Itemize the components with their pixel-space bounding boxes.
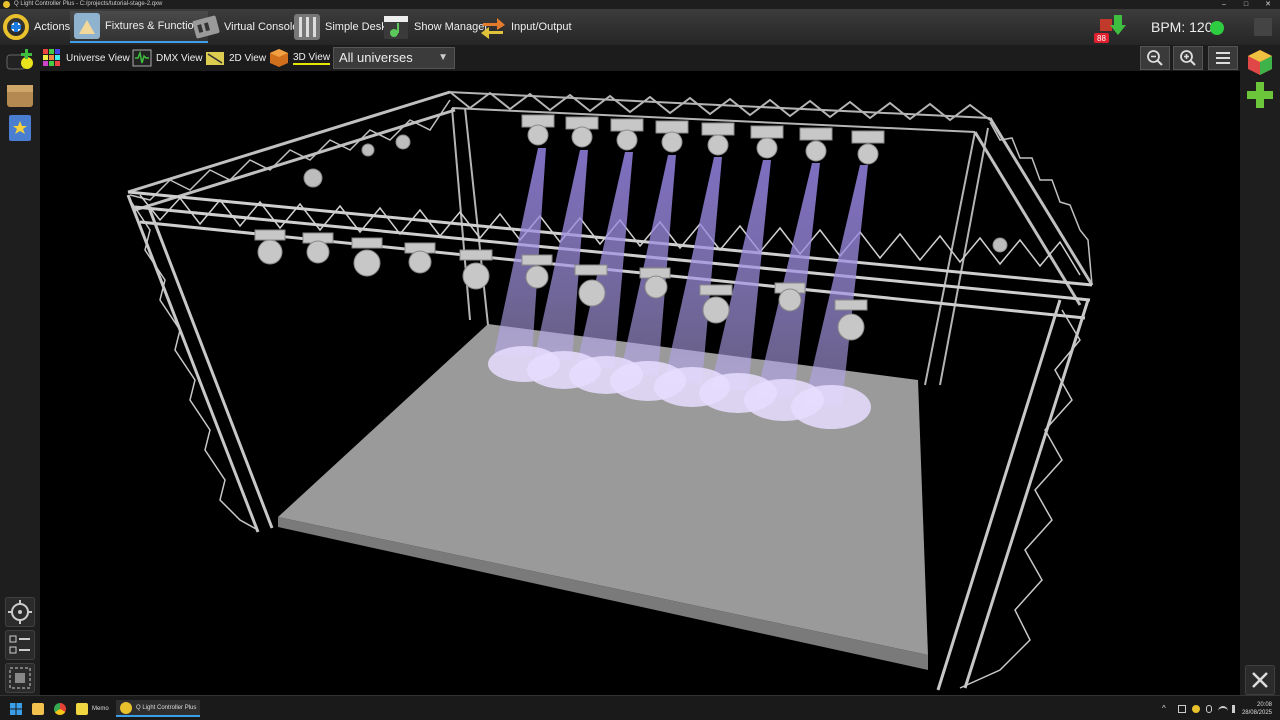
tray-app-icon (1178, 704, 1186, 713)
tab-2d-view-label: 2D View (229, 52, 267, 64)
dmx-activity-badge: 88 (1097, 34, 1106, 43)
clock-date: 28/08/2025 (1241, 710, 1272, 716)
tab-3d-view-label: 3D View (293, 51, 331, 65)
bpm-label[interactable]: BPM: 120 (1151, 19, 1212, 35)
wifi-icon (1218, 705, 1228, 712)
tab-2d-view[interactable]: 2D View (205, 47, 266, 69)
start-button[interactable] (10, 700, 22, 717)
panel-toggle-button[interactable] (1254, 18, 1272, 36)
window-titlebar: Q Light Controller Plus - C:/projects/tu… (0, 0, 1280, 9)
tab-fixtures-functions-label: Fixtures & Functions (105, 20, 206, 32)
zoom-in-icon (1180, 50, 1196, 66)
tab-universe-view[interactable]: Universe View (42, 47, 130, 69)
right-sidebar (1240, 45, 1280, 695)
tab-dmx-view-label: DMX View (156, 52, 203, 64)
os-taskbar: Memo Q Light Controller Plus ^ 20:08 28/… (0, 695, 1280, 720)
taskbar-memo-label: Memo (92, 705, 109, 712)
universe-select[interactable]: All universes ▼ (333, 47, 455, 69)
functions-cube-icon[interactable] (1245, 47, 1275, 77)
clock-time: 20:08 (1256, 702, 1272, 708)
tab-actions[interactable]: Actions (2, 11, 70, 43)
crosshair-icon[interactable] (5, 597, 35, 627)
taskbar-memo[interactable]: Memo (76, 700, 109, 717)
tab-show-manager-label: Show Manager (414, 21, 488, 33)
zoom-out-icon (1147, 50, 1163, 66)
input-output-icon (481, 18, 505, 39)
memo-icon (76, 702, 88, 715)
taskbar-qlc[interactable]: Q Light Controller Plus (116, 700, 201, 717)
front-right-leg (936, 299, 1090, 691)
2d-view-icon (206, 52, 224, 65)
hamburger-menu-icon (1216, 52, 1230, 64)
favorites-button[interactable] (5, 113, 35, 143)
taskbar-clock[interactable]: 20:08 28/08/2025 (1242, 701, 1272, 717)
fixtures-functions-icon (74, 13, 100, 39)
back-row-fixtures (521, 114, 885, 165)
qlc-taskbar-icon (120, 701, 132, 714)
folder-icon (32, 702, 44, 715)
tab-virtual-console-label: Virtual Console (224, 21, 299, 33)
zoom-in-button[interactable] (1173, 46, 1203, 70)
taskbar-file-explorer[interactable] (32, 700, 44, 717)
window-title: Q Light Controller Plus - C:/projects/tu… (14, 1, 163, 7)
browser-icon (54, 702, 66, 715)
tab-input-output-label: Input/Output (511, 21, 572, 33)
left-sidebar (0, 45, 40, 695)
dmx-monitor-icon (132, 49, 152, 67)
taskbar-browser[interactable] (54, 700, 66, 717)
qlc-app-icon (3, 1, 10, 8)
3d-viewport[interactable] (40, 71, 1240, 695)
taskbar-qlc-label: Q Light Controller Plus (136, 704, 197, 711)
tab-dmx-view[interactable]: DMX View (132, 47, 203, 69)
tray-chevron-icon[interactable]: ^ (1162, 700, 1166, 717)
tab-simple-desk[interactable]: Simple Desk (293, 11, 387, 43)
tab-show-manager[interactable]: Show Manager (382, 11, 488, 43)
tab-input-output[interactable]: Input/Output (479, 11, 572, 43)
simple-desk-icon (294, 14, 320, 40)
tab-simple-desk-label: Simple Desk (325, 21, 387, 33)
add-fixture-button[interactable] (5, 47, 35, 77)
main-toolbar: Actions Fixtures & Functions Virtual Con… (0, 9, 1280, 45)
view-menu-button[interactable] (1208, 46, 1238, 70)
chevron-down-icon: ▼ (438, 52, 448, 63)
add-function-button[interactable] (1245, 80, 1275, 110)
tray-icons[interactable] (1178, 700, 1240, 717)
universe-select-value: All universes (339, 50, 413, 65)
fixture-groups-button[interactable] (5, 81, 35, 111)
virtual-console-icon (192, 15, 220, 39)
select-all-icon[interactable] (5, 663, 35, 693)
checklist-icon[interactable] (5, 630, 35, 660)
front-left-leg (126, 194, 274, 533)
close-window-button[interactable]: ✕ (1258, 0, 1278, 9)
tab-virtual-console[interactable]: Virtual Console (192, 11, 298, 43)
maximize-button[interactable]: □ (1236, 0, 1256, 9)
windows-start-icon (10, 702, 22, 715)
bpm-status-indicator (1210, 21, 1224, 35)
actions-icon (3, 14, 29, 40)
3d-stage-scene[interactable] (40, 71, 1240, 695)
microphone-icon (1206, 704, 1212, 713)
close-panel-button[interactable] (1245, 665, 1275, 695)
tray-qlc-icon (1192, 704, 1200, 713)
3d-cube-icon (270, 49, 288, 67)
tab-actions-label: Actions (34, 21, 71, 33)
minimize-button[interactable]: – (1214, 0, 1234, 9)
volume-icon (1232, 704, 1240, 713)
show-manager-icon (384, 16, 408, 39)
tab-3d-view[interactable]: 3D View (269, 47, 331, 69)
dmx-activity-icon[interactable]: 88 (1094, 13, 1130, 43)
universe-grid-icon (43, 49, 60, 66)
zoom-out-button[interactable] (1140, 46, 1170, 70)
view-toolbar: Universe View DMX View 2D View 3D View A… (40, 45, 1240, 71)
tab-universe-view-label: Universe View (66, 52, 130, 64)
tab-fixtures-functions[interactable]: Fixtures & Functions (70, 11, 209, 43)
